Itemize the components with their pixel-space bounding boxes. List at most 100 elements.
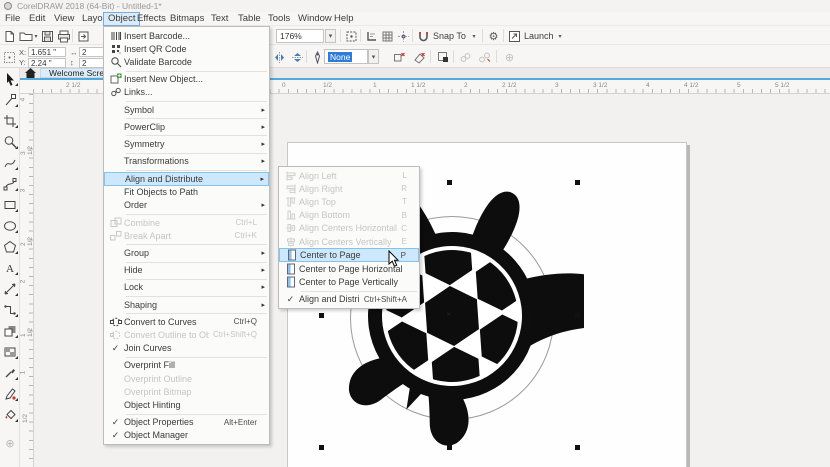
submenu-item-center-to-page-vertically[interactable]: Center to Page Vertically bbox=[279, 275, 419, 288]
menu-bitmaps[interactable]: Bitmaps bbox=[166, 12, 208, 26]
transparency-tool[interactable] bbox=[0, 341, 20, 362]
selection-handle-bottom-right[interactable] bbox=[575, 445, 580, 450]
menu-item-insert-qr-code[interactable]: Insert QR Code bbox=[104, 42, 269, 55]
import-icon[interactable] bbox=[76, 29, 91, 43]
snap-magnet-icon[interactable] bbox=[416, 29, 431, 43]
menu-item-convert-to-curves[interactable]: Convert to Curves Ctrl+Q bbox=[104, 315, 269, 328]
freehand-tool[interactable] bbox=[0, 152, 20, 173]
menu-item-object-hinting[interactable]: Object Hinting bbox=[104, 398, 269, 411]
menu-help[interactable]: Help bbox=[330, 12, 358, 26]
selection-handle-bottom-left[interactable] bbox=[319, 445, 324, 450]
menu-item-links[interactable]: Links... bbox=[104, 86, 269, 99]
outline-width-select[interactable]: None bbox=[324, 49, 368, 64]
menu-item-hide[interactable]: Hide ▸ bbox=[104, 264, 269, 277]
vertical-ruler[interactable]: 4 3 1/2 3 2 1/2 2 1 1/2 1 1/2 bbox=[20, 94, 34, 467]
print-icon[interactable] bbox=[56, 29, 71, 43]
menu-item-group[interactable]: Group ▸ bbox=[104, 246, 269, 259]
x-position-field[interactable] bbox=[28, 47, 66, 57]
fill-tool[interactable] bbox=[0, 404, 20, 425]
selection-handle-top-right[interactable] bbox=[575, 180, 580, 185]
connector-tool[interactable] bbox=[0, 299, 20, 320]
polygon-tool[interactable] bbox=[0, 236, 20, 257]
object-menu-dropdown: Insert Barcode... Insert QR Code Validat… bbox=[103, 26, 270, 445]
hruler-label: 5 1/2 bbox=[775, 82, 789, 89]
menu-item-insert-barcode[interactable]: Insert Barcode... bbox=[104, 29, 269, 42]
menu-edit[interactable]: Edit bbox=[25, 12, 49, 26]
menu-item-symbol[interactable]: Symbol ▸ bbox=[104, 103, 269, 116]
pick-tool[interactable] bbox=[0, 68, 20, 89]
menu-effects[interactable]: Effects bbox=[133, 12, 170, 26]
align-right-icon bbox=[282, 183, 299, 195]
mouse-cursor bbox=[388, 250, 400, 268]
flip-vertical-icon[interactable] bbox=[290, 50, 305, 64]
snap-to-label[interactable]: Snap To bbox=[433, 31, 466, 41]
home-icon[interactable] bbox=[25, 68, 36, 78]
selection-handle-top-middle[interactable] bbox=[447, 180, 452, 185]
submenu-item-align-and-distribute-dialog[interactable]: ✓ Align and Distribute Ctrl+Shift+A bbox=[279, 293, 419, 306]
submenu-arrow-icon: ▸ bbox=[257, 106, 265, 114]
save-icon[interactable] bbox=[40, 29, 55, 43]
shape-tool[interactable] bbox=[0, 89, 20, 110]
selection-handle-middle-left[interactable] bbox=[319, 313, 324, 318]
launch-label[interactable]: Launch bbox=[524, 31, 554, 41]
menu-item-fit-objects-to-path[interactable]: Fit Objects to Path bbox=[104, 186, 269, 199]
menu-file[interactable]: File bbox=[1, 12, 24, 26]
dimension-tool[interactable] bbox=[0, 278, 20, 299]
drop-shadow-tool[interactable] bbox=[0, 320, 20, 341]
color-eyedropper-tool[interactable] bbox=[0, 362, 20, 383]
launch-dropdown-icon[interactable]: ▾ bbox=[556, 29, 564, 43]
coreldraw-window: CorelDRAW 2018 (64-Bit) - Untitled-1* Fi… bbox=[0, 0, 830, 467]
show-grid-icon[interactable] bbox=[380, 29, 395, 43]
menu-text[interactable]: Text bbox=[207, 12, 232, 26]
y-position-field[interactable] bbox=[28, 58, 66, 68]
options-gear-icon[interactable]: ⚙ bbox=[486, 29, 501, 43]
zoom-tool[interactable] bbox=[0, 131, 20, 152]
launch-icon[interactable] bbox=[507, 29, 522, 43]
menu-item-symmetry[interactable]: Symmetry ▸ bbox=[104, 137, 269, 150]
menu-item-align-and-distribute[interactable]: Align and Distribute ▸ bbox=[104, 172, 269, 186]
remove-fill-icon[interactable] bbox=[412, 50, 427, 64]
add-tools-button[interactable]: ⊕ bbox=[0, 433, 20, 454]
text-tool[interactable]: A bbox=[0, 257, 20, 278]
zoom-dropdown-icon[interactable]: ▾ bbox=[325, 29, 336, 43]
outline-width-dropdown-icon[interactable]: ▾ bbox=[368, 49, 379, 64]
open-dropdown-icon[interactable]: ▾ bbox=[32, 29, 40, 43]
flip-horizontal-icon[interactable] bbox=[272, 50, 287, 64]
menu-item-object-properties[interactable]: ✓ Object Properties Alt+Enter bbox=[104, 416, 269, 429]
new-document-icon[interactable] bbox=[2, 29, 17, 43]
crop-tool[interactable] bbox=[0, 110, 20, 131]
menu-item-validate-barcode[interactable]: Validate Barcode bbox=[104, 55, 269, 68]
zoom-fit-page-icon[interactable] bbox=[344, 29, 359, 43]
vruler-label: 1 bbox=[19, 371, 26, 375]
remove-outline-icon[interactable] bbox=[392, 50, 407, 64]
menu-item-join-curves[interactable]: ✓ Join Curves bbox=[104, 342, 269, 355]
page-icon bbox=[282, 276, 299, 288]
hruler-label: 2 1/2 bbox=[66, 82, 80, 89]
submenu-arrow-icon: ▸ bbox=[257, 301, 265, 309]
zoom-level-select[interactable] bbox=[276, 29, 324, 43]
selection-handle-middle-right[interactable] bbox=[575, 313, 580, 318]
show-guidelines-icon[interactable] bbox=[396, 29, 411, 43]
links-icon bbox=[107, 86, 124, 98]
selection-handle-bottom-middle[interactable] bbox=[447, 445, 452, 450]
menu-item-transformations[interactable]: Transformations ▸ bbox=[104, 155, 269, 168]
menu-item-shaping[interactable]: Shaping ▸ bbox=[104, 298, 269, 311]
menu-item-order[interactable]: Order ▸ bbox=[104, 199, 269, 212]
show-rulers-icon[interactable] bbox=[364, 29, 379, 43]
menu-item-lock[interactable]: Lock ▸ bbox=[104, 281, 269, 294]
submenu-arrow-icon: ▸ bbox=[257, 140, 265, 148]
paint-tool[interactable] bbox=[0, 383, 20, 404]
bezier-tool[interactable] bbox=[0, 173, 20, 194]
ellipse-tool[interactable] bbox=[0, 215, 20, 236]
menu-item-insert-new-object[interactable]: Insert New Object... bbox=[104, 73, 269, 86]
open-document-icon[interactable] bbox=[18, 29, 33, 43]
menu-item-powerclip[interactable]: PowerClip ▸ bbox=[104, 120, 269, 133]
menu-table[interactable]: Table bbox=[234, 12, 265, 26]
rectangle-tool[interactable] bbox=[0, 194, 20, 215]
menu-view[interactable]: View bbox=[50, 12, 78, 26]
menu-item-overprint-fill[interactable]: Overprint Fill bbox=[104, 359, 269, 372]
snap-dropdown-icon[interactable]: ▾ bbox=[470, 29, 478, 43]
menu-tools[interactable]: Tools bbox=[264, 12, 294, 26]
edit-fill-icon[interactable] bbox=[436, 50, 451, 64]
menu-item-object-manager[interactable]: ✓ Object Manager bbox=[104, 429, 269, 442]
